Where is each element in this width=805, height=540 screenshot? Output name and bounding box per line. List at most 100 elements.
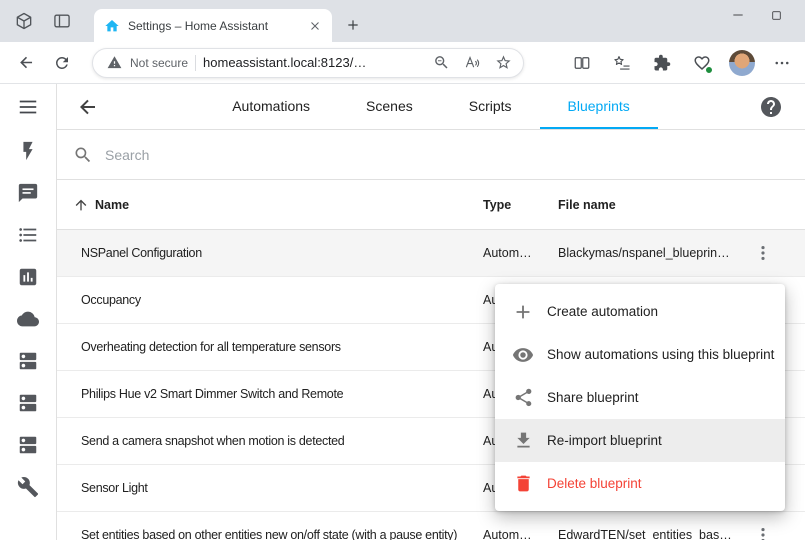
address-bar-divider [195,55,196,71]
row-name: Philips Hue v2 Smart Dimmer Switch and R… [57,387,483,401]
new-tab-button[interactable] [342,14,364,36]
window-maximize-button[interactable] [757,0,795,30]
sort-ascending-icon [73,197,89,213]
home-assistant-favicon [104,18,120,34]
row-overflow-menu-icon[interactable] [741,243,785,263]
menu-item-label: Show automations using this blueprint [547,347,774,362]
row-type: Autom… [483,528,558,540]
sidebar-item-cloud[interactable] [0,298,56,340]
search-icon [73,145,93,165]
browser-toolbar: Not secure homeassistant.local:8123/… [0,42,805,84]
eye-icon [511,343,535,367]
sidebar-item-device-2[interactable] [0,382,56,424]
window-minimize-button[interactable] [719,0,757,30]
status-dot [705,66,713,74]
sidebar-item-device-3[interactable] [0,424,56,466]
workspaces-icon[interactable] [12,9,36,33]
search-input[interactable]: Search [57,130,805,180]
menu-item-delete-blueprint[interactable]: Delete blueprint [495,462,785,505]
back-button[interactable] [8,46,44,80]
row-name: Send a camera snapshot when motion is de… [57,434,483,448]
split-screen-icon[interactable] [565,46,599,80]
download-icon [511,429,535,453]
row-file: EdwardTEN/set_entities_bas… [558,528,741,540]
row-name: Overheating detection for all temperatur… [57,340,483,354]
tab-scripts[interactable]: Scripts [441,84,540,129]
refresh-button[interactable] [44,46,80,80]
browser-window: Settings – Home Assistant [0,0,805,540]
wrench-icon [17,476,39,498]
plus-icon [511,300,535,324]
titlebar-left-icons [0,0,82,42]
sidebar-item-history[interactable] [0,256,56,298]
sidebar-item-todo-list[interactable] [0,214,56,256]
help-icon[interactable] [759,95,783,119]
tab-close-icon[interactable] [304,15,326,37]
menu-item-label: Create automation [547,304,658,319]
column-header-file[interactable]: File name [558,198,741,212]
table-row[interactable]: NSPanel Configuration Autom… Blackymas/n… [57,230,805,277]
browser-essentials-icon[interactable] [685,46,719,80]
avatar-image [729,50,755,76]
address-bar[interactable]: Not secure homeassistant.local:8123/… [92,48,524,78]
lightning-icon [17,140,39,162]
tab-blueprints[interactable]: Blueprints [540,84,658,129]
row-file: Blackymas/nspanel_blueprin… [558,246,741,260]
table-row[interactable]: Set entities based on other entities new… [57,512,805,540]
ha-sidebar [0,84,57,540]
zoom-indicator-icon[interactable] [429,51,453,75]
menu-item-show-automations[interactable]: Show automations using this blueprint [495,333,785,376]
tab-title: Settings – Home Assistant [128,19,296,33]
trash-icon [511,472,535,496]
list-icon [17,224,39,246]
server-icon [17,392,39,414]
security-label: Not secure [130,56,188,70]
tab-automations[interactable]: Automations [204,84,338,129]
sidebar-item-energy[interactable] [0,130,56,172]
url-text: homeassistant.local:8123/… [203,55,422,70]
menu-item-label: Re-import blueprint [547,433,662,448]
blueprint-context-menu: Create automation Show automations using… [495,284,785,511]
sidebar-menu-icon[interactable] [0,84,56,130]
not-secure-warning-icon [105,51,123,75]
toolbar-right-icons [565,46,799,80]
menu-item-label: Share blueprint [547,390,639,405]
menu-item-label: Delete blueprint [547,476,642,491]
sidebar-item-assist[interactable] [0,172,56,214]
browser-titlebar: Settings – Home Assistant [0,0,805,42]
table-header: Name Type File name [57,180,805,230]
menu-item-reimport-blueprint[interactable]: Re-import blueprint [495,419,785,462]
ha-tab-bar: Automations Scenes Scripts Blueprints [57,84,805,129]
ha-header: Automations Scenes Scripts Blueprints [57,84,805,130]
row-name: NSPanel Configuration [57,246,483,260]
menu-item-create-automation[interactable]: Create automation [495,290,785,333]
vertical-tabs-icon[interactable] [50,9,74,33]
row-name: Set entities based on other entities new… [57,528,483,540]
search-placeholder: Search [105,147,149,163]
bar-chart-icon [17,266,39,288]
extensions-icon[interactable] [645,46,679,80]
window-close-button[interactable] [795,0,805,30]
ha-back-icon[interactable] [76,95,100,119]
server-icon [17,434,39,456]
row-name: Occupancy [57,293,483,307]
sidebar-item-tools[interactable] [0,466,56,508]
browser-more-icon[interactable] [765,46,799,80]
read-aloud-icon[interactable] [460,51,484,75]
row-type: Autom… [483,246,558,260]
row-overflow-menu-icon[interactable] [741,525,785,540]
share-icon [511,386,535,410]
home-assistant-app: Automations Scenes Scripts Blueprints Se… [0,84,805,540]
column-header-type[interactable]: Type [483,198,558,212]
window-controls [719,0,805,30]
browser-tab[interactable]: Settings – Home Assistant [94,9,332,42]
menu-item-share-blueprint[interactable]: Share blueprint [495,376,785,419]
favorites-icon[interactable] [605,46,639,80]
tab-scenes[interactable]: Scenes [338,84,441,129]
chat-icon [17,182,39,204]
favorite-star-icon[interactable] [491,51,515,75]
profile-avatar[interactable] [725,46,759,80]
cloud-icon [17,308,39,330]
column-header-name[interactable]: Name [57,197,483,213]
sidebar-item-device-1[interactable] [0,340,56,382]
